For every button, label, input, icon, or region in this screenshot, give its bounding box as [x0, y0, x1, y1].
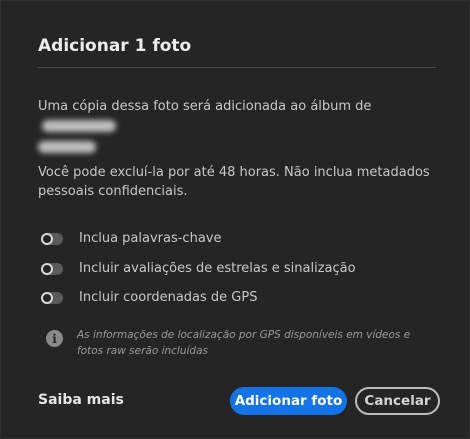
option-ratings[interactable]: Incluir avaliações de estrelas e sinaliz…: [41, 261, 356, 276]
option-gps[interactable]: Incluir coordenadas de GPS: [41, 290, 257, 305]
info-icon: i: [46, 330, 63, 347]
toggle-knob: [41, 262, 53, 275]
gps-toggle[interactable]: [41, 291, 63, 304]
toggle-knob: [41, 232, 53, 245]
gps-label: Incluir coordenadas de GPS: [79, 290, 258, 305]
dialog-title: Adicionar 1 foto: [38, 36, 192, 56]
add-photo-button[interactable]: Adicionar foto: [230, 387, 347, 415]
learn-more-link[interactable]: Saiba mais: [38, 392, 124, 408]
cancel-button[interactable]: Cancelar: [355, 387, 440, 415]
delete-description: Você pode excluí-la por até 48 horas. Nã…: [38, 165, 430, 199]
option-keywords[interactable]: Inclua palavras-chave: [41, 231, 221, 246]
ratings-toggle[interactable]: [41, 262, 63, 275]
copy-description: Uma cópia dessa foto será adicionada ao …: [38, 97, 438, 154]
redacted-album-name-continued: [38, 140, 96, 153]
keywords-label: Inclua palavras-chave: [79, 231, 222, 246]
gps-info-text: As informações de localização por GPS di…: [77, 329, 411, 357]
title-divider: [38, 67, 436, 68]
ratings-label: Incluir avaliações de estrelas e sinaliz…: [79, 261, 356, 276]
gps-info-note: i As informações de localização por GPS …: [46, 327, 437, 359]
add-photo-dialog: Adicionar 1 foto Uma cópia dessa foto se…: [0, 0, 470, 439]
copy-text: Uma cópia dessa foto será adicionada ao …: [38, 99, 372, 114]
keywords-toggle[interactable]: [41, 232, 63, 245]
toggle-knob: [41, 291, 53, 304]
redacted-album-name: [42, 119, 116, 132]
